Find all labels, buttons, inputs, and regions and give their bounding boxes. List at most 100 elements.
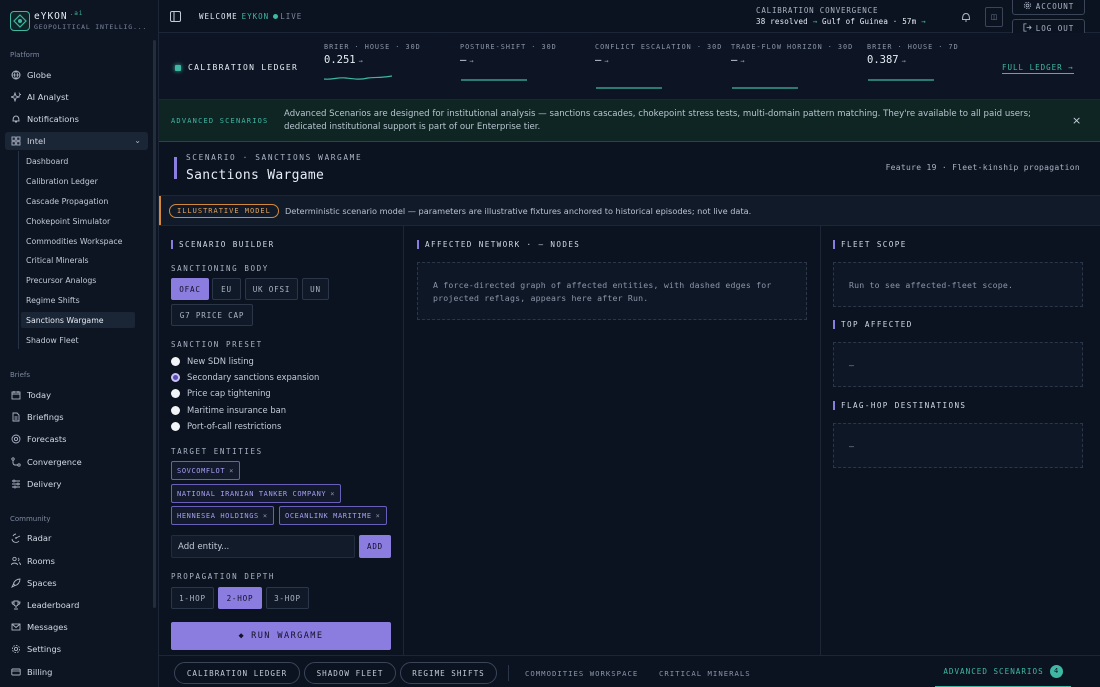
bottom-tab-shadow-fleet[interactable]: SHADOW FLEET bbox=[304, 662, 396, 684]
remove-icon[interactable]: × bbox=[330, 490, 335, 498]
sidebar-item-delivery[interactable]: Delivery bbox=[5, 475, 148, 493]
metric-value: — bbox=[460, 54, 467, 66]
run-wargame-button[interactable]: ◆ RUN WARGAME bbox=[171, 622, 391, 650]
bottom-tab-calibration-ledger[interactable]: CALIBRATION LEDGER bbox=[174, 662, 300, 684]
preset-radio-secondary-sanctions[interactable]: Secondary sanctions expansion bbox=[171, 370, 319, 384]
metric-posture-shift-30d[interactable]: POSTURE-SHIFT · 30D — → bbox=[460, 42, 590, 81]
sidebar-subitem-precursor-analogs[interactable]: Precursor Analogs bbox=[21, 272, 135, 288]
empty-value: — bbox=[849, 441, 855, 451]
sidebar-toggle-icon[interactable] bbox=[170, 11, 181, 22]
bottom-link-critical-minerals[interactable]: CRITICAL MINERALS bbox=[659, 669, 751, 678]
sidebar-item-today[interactable]: Today bbox=[5, 386, 148, 404]
depth-chip-1-hop[interactable]: 1-HOP bbox=[171, 587, 214, 609]
sidebar-item-settings[interactable]: Settings bbox=[5, 640, 148, 658]
account-label: ACCOUNT bbox=[1035, 1, 1075, 11]
network-graph-placeholder: A force-directed graph of affected entit… bbox=[417, 262, 807, 320]
fleet-scope-box: Run to see affected-fleet scope. bbox=[833, 262, 1083, 307]
depth-chip-2-hop[interactable]: 2-HOP bbox=[218, 587, 262, 609]
add-entity-button[interactable]: ADD bbox=[359, 535, 391, 558]
metric-brier-7d[interactable]: BRIER · HOUSE · 7D 0.387 → bbox=[867, 42, 997, 81]
accent-bar bbox=[174, 157, 177, 179]
run-label: RUN WARGAME bbox=[251, 631, 324, 641]
metric-trade-flow-horizon-30d[interactable]: TRADE-FLOW HORIZON · 30D — → bbox=[731, 42, 861, 89]
remove-icon[interactable]: × bbox=[376, 512, 381, 520]
metric-value: — bbox=[595, 54, 602, 66]
body-chip-eu[interactable]: EU bbox=[212, 278, 241, 300]
radio-icon bbox=[171, 388, 180, 398]
remove-icon[interactable]: × bbox=[229, 467, 234, 475]
entity-tag[interactable]: HENNESEA HOLDINGS × bbox=[171, 506, 274, 525]
sidebar-subitem-commodities-workspace[interactable]: Commodities Workspace bbox=[21, 233, 135, 249]
sidebar-subitem-shadow-fleet[interactable]: Shadow Fleet bbox=[21, 332, 135, 348]
bottom-nav: CALIBRATION LEDGER SHADOW FLEET REGIME S… bbox=[159, 655, 1100, 687]
sidebar-item-ai-analyst[interactable]: AI Analyst bbox=[5, 88, 148, 106]
sidebar-subitem-critical-minerals[interactable]: Critical Minerals bbox=[21, 252, 135, 268]
body-chip-uk-ofsi[interactable]: UK OFSI bbox=[245, 278, 298, 300]
sidebar-scrollbar[interactable] bbox=[153, 40, 156, 608]
warning-edge bbox=[159, 196, 161, 225]
sparkline bbox=[868, 79, 934, 81]
sidebar-subitem-dashboard[interactable]: Dashboard bbox=[21, 153, 135, 169]
preset-radio-new-sdn[interactable]: New SDN listing bbox=[171, 354, 254, 368]
metric-brier-30d[interactable]: BRIER · HOUSE · 30D 0.251 → bbox=[324, 42, 454, 80]
sidebar-item-notifications[interactable]: Notifications bbox=[5, 110, 148, 128]
close-icon[interactable]: × bbox=[1072, 114, 1081, 127]
heading-label: FLAG-HOP DESTINATIONS bbox=[841, 401, 967, 410]
brand[interactable]: eYKON .ai GEOPOLITICAL INTELLIG... bbox=[10, 9, 155, 33]
sidebar-item-briefings[interactable]: Briefings bbox=[5, 408, 148, 426]
radio-label: Maritime insurance ban bbox=[187, 405, 287, 415]
sidebar-item-forecasts[interactable]: Forecasts bbox=[5, 430, 148, 448]
logout-icon bbox=[1023, 22, 1032, 34]
calibration-convergence-ticker[interactable]: CALIBRATION CONVERGENCE 38 resolved → Gu… bbox=[756, 6, 956, 26]
brand-name: eYKON bbox=[34, 11, 68, 23]
body-chip-un[interactable]: UN bbox=[302, 278, 329, 300]
full-ledger-link[interactable]: FULL LEDGER → bbox=[1002, 63, 1074, 74]
bottom-tab-advanced-scenarios[interactable]: ADVANCED SCENARIOS 4 bbox=[935, 656, 1071, 687]
sidebar-item-label: Intel bbox=[27, 136, 46, 146]
sidebar-item-label: Rooms bbox=[27, 556, 55, 566]
sidebar-item-globe[interactable]: Globe bbox=[5, 66, 148, 84]
sidebar-item-label: Delivery bbox=[27, 479, 62, 489]
sidebar-item-convergence[interactable]: Convergence bbox=[5, 453, 148, 471]
bottom-tab-regime-shifts[interactable]: REGIME SHIFTS bbox=[400, 662, 497, 684]
sidebar-item-rooms[interactable]: Rooms bbox=[5, 552, 148, 570]
radio-selected-icon bbox=[171, 372, 180, 382]
metric-label: POSTURE-SHIFT · 30D bbox=[460, 43, 557, 51]
bottom-link-commodities-workspace[interactable]: COMMODITIES WORKSPACE bbox=[525, 669, 638, 678]
sidebar-item-radar[interactable]: Radar bbox=[5, 529, 148, 547]
entity-tag[interactable]: OCEANLINK MARITIME × bbox=[279, 506, 387, 525]
sidebar-subitem-calibration-ledger[interactable]: Calibration Ledger bbox=[21, 173, 135, 189]
sidebar-item-messages[interactable]: Messages bbox=[5, 618, 148, 636]
metric-trend: → bbox=[740, 57, 745, 65]
affected-network-heading: AFFECTED NETWORK · — NODES bbox=[417, 240, 580, 249]
bell-icon bbox=[11, 114, 21, 124]
sidebar-subitem-regime-shifts[interactable]: Regime Shifts bbox=[21, 292, 135, 308]
account-button[interactable]: ACCOUNT bbox=[1012, 0, 1085, 15]
entity-tag[interactable]: NATIONAL IRANIAN TANKER COMPANY × bbox=[171, 484, 342, 503]
sidebar-item-spaces[interactable]: Spaces bbox=[5, 574, 148, 592]
metric-value: — bbox=[731, 54, 738, 66]
body-chip-g7-price-cap[interactable]: G7 PRICE CAP bbox=[171, 304, 253, 326]
preset-radio-maritime-insurance[interactable]: Maritime insurance ban bbox=[171, 403, 286, 417]
remove-icon[interactable]: × bbox=[263, 512, 268, 520]
sidebar-item-leaderboard[interactable]: Leaderboard bbox=[5, 596, 148, 614]
metric-conflict-escalation-30d[interactable]: CONFLICT ESCALATION · 30D — → bbox=[595, 42, 725, 89]
body-chip-ofac[interactable]: OFAC bbox=[171, 278, 209, 300]
panel-toggle-icon[interactable]: ◫ bbox=[985, 7, 1003, 27]
sidebar-item-label: Radar bbox=[27, 533, 52, 543]
sidebar-subitem-cascade-propagation[interactable]: Cascade Propagation bbox=[21, 193, 135, 209]
depth-chip-3-hop[interactable]: 3-HOP bbox=[266, 587, 309, 609]
sidebar-item-billing[interactable]: Billing bbox=[5, 663, 148, 681]
entity-tag[interactable]: SOVCOMFLOT × bbox=[171, 461, 240, 480]
bell-icon[interactable] bbox=[960, 11, 972, 23]
preset-radio-port-of-call[interactable]: Port-of-call restrictions bbox=[171, 419, 281, 433]
sidebar-item-intel[interactable]: Intel ⌄ bbox=[5, 132, 148, 150]
radio-label: New SDN listing bbox=[187, 356, 254, 366]
add-entity-input[interactable]: Add entity... bbox=[171, 535, 355, 558]
sidebar-subitem-sanctions-wargame[interactable]: Sanctions Wargame bbox=[21, 312, 135, 328]
metric-label: BRIER · HOUSE · 7D bbox=[867, 43, 959, 51]
preset-radio-price-cap[interactable]: Price cap tightening bbox=[171, 386, 271, 400]
ticker-location: Gulf of Guinea · 57m bbox=[822, 17, 917, 26]
sidebar-subitem-chokepoint-simulator[interactable]: Chokepoint Simulator bbox=[21, 213, 135, 229]
advanced-scenarios-banner: ADVANCED SCENARIOS Advanced Scenarios ar… bbox=[159, 100, 1100, 142]
